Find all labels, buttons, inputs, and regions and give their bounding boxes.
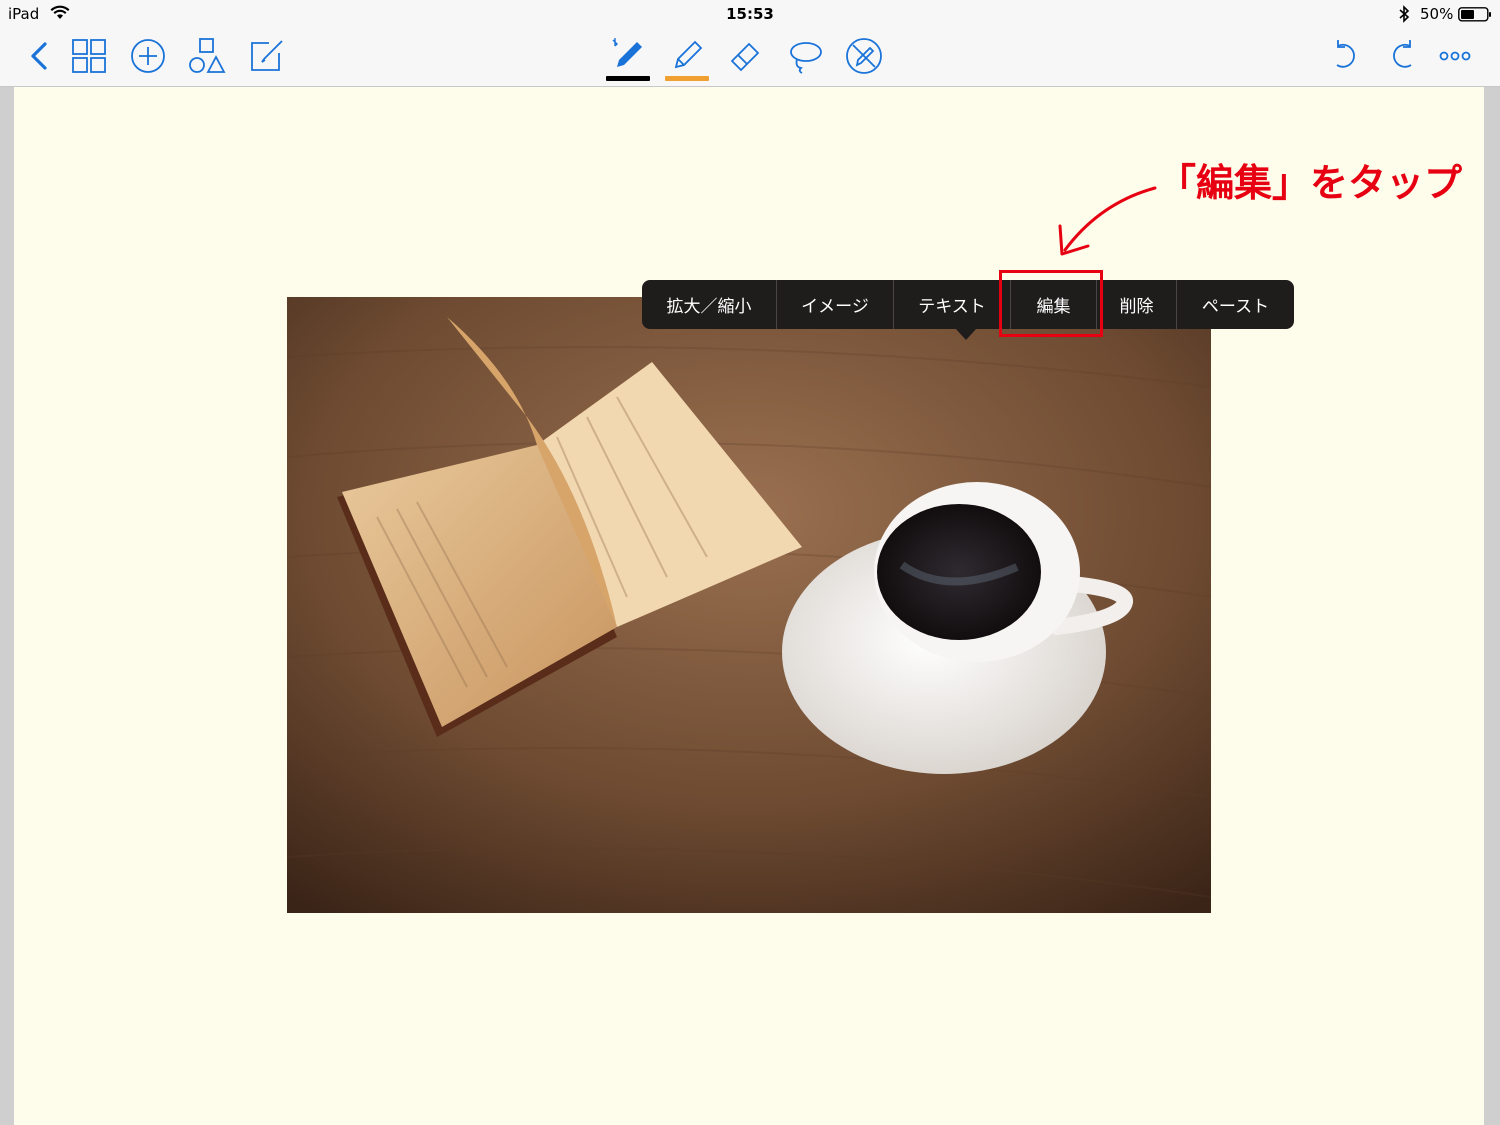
more-icon[interactable] [1433,34,1477,78]
battery-percentage: 50% [1420,5,1454,23]
ipad-screen: iPad 15:53 50% 拡大／縮小 イメージ テキスト 編集 削除 ペース… [0,0,1500,1125]
lasso-tool-icon[interactable] [783,34,827,78]
menu-item-text[interactable]: テキスト [894,280,1011,329]
context-menu-pointer [955,328,977,340]
menu-item-image[interactable]: イメージ [777,280,894,329]
pen-tool-icon[interactable] [606,34,650,78]
add-circle-icon[interactable] [126,34,170,78]
page-margin-left [0,87,14,1125]
pen-selected-underline [606,76,650,81]
grid-icon[interactable] [67,34,111,78]
status-bar: iPad 15:53 50% [0,0,1500,28]
status-time: 15:53 [726,5,774,23]
annotation-text: 「編集」をタップ [1158,161,1463,205]
eraser-tool-icon[interactable] [724,34,768,78]
back-chevron-icon[interactable] [18,34,62,78]
undo-icon[interactable] [1322,34,1366,78]
toolbar [0,28,1500,87]
shapes-icon[interactable] [185,34,229,78]
menu-item-delete[interactable]: 削除 [1097,280,1177,329]
inserted-photo[interactable] [287,297,1211,913]
menu-item-paste[interactable]: ペースト [1177,280,1294,329]
highlighter-underline [665,76,709,81]
context-menu: 拡大／縮小 イメージ テキスト 編集 削除 ペースト [642,280,1294,329]
pen-disable-icon[interactable] [842,34,886,78]
highlighter-tool-icon[interactable] [665,34,709,78]
battery-icon [1458,7,1491,22]
bluetooth-icon [1399,5,1410,23]
menu-item-resize[interactable]: 拡大／縮小 [642,280,777,329]
compose-icon[interactable] [244,34,288,78]
redo-icon[interactable] [1382,34,1426,78]
page-margin-right [1484,87,1500,1125]
edit-highlight-box [999,270,1103,337]
